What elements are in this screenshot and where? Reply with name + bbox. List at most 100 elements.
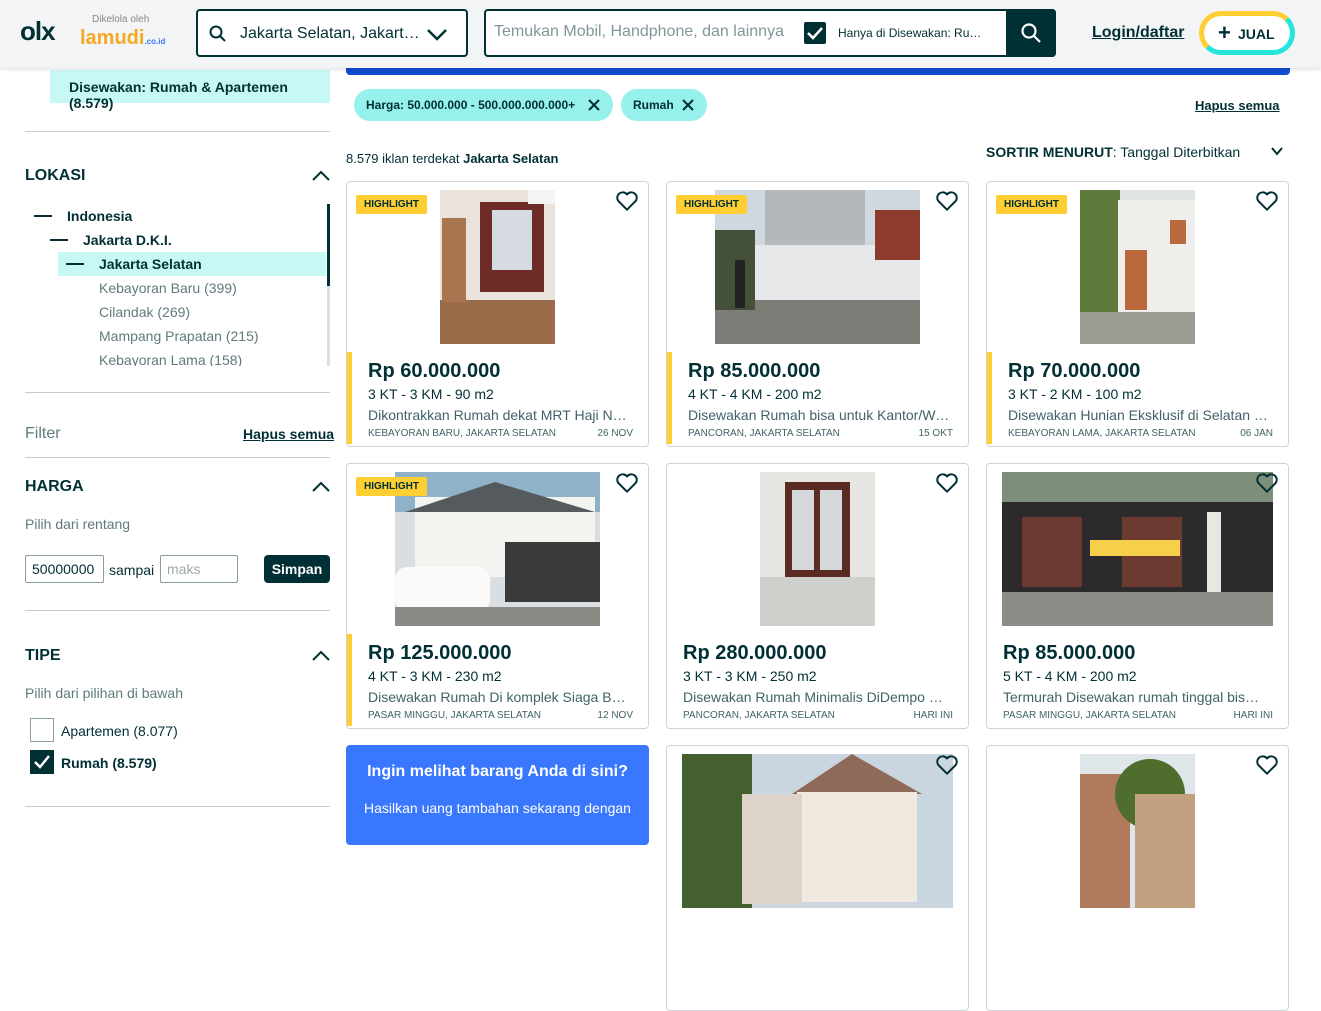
listing-card[interactable]: Rp 280.000.000 3 KT - 3 KM - 250 m2 Dise… — [666, 463, 969, 729]
filter-chip-rumah[interactable]: Rumah — [621, 89, 707, 121]
collapse-dash-icon[interactable] — [50, 239, 68, 241]
search-input[interactable] — [494, 23, 786, 41]
chevron-down-icon — [427, 29, 447, 41]
listing-spec: 4 KT - 3 KM - 230 m2 — [368, 668, 502, 684]
filter-chip-price[interactable]: Harga: 50.000.000 - 500.000.000.000+ — [354, 89, 613, 121]
location-kebayoran-baru[interactable]: Kebayoran Baru (399) — [99, 280, 237, 296]
location-kebayoran-lama[interactable]: Kebayoran Lama (158) — [99, 352, 242, 366]
heart-icon[interactable] — [934, 470, 960, 496]
listing-location: PASAR MINGGU, JAKARTA SELATAN — [368, 710, 542, 721]
filter-label: Filter — [25, 425, 61, 442]
type-rumah-label[interactable]: Rumah (8.579) — [61, 755, 157, 771]
close-icon[interactable] — [681, 98, 695, 112]
promo-title: Ingin melihat barang Anda di sini? — [367, 763, 628, 780]
highlight-accent — [667, 352, 672, 444]
listing-card[interactable] — [986, 745, 1289, 1011]
type-hint: Pilih dari pilihan di bawah — [25, 685, 183, 701]
divider — [25, 806, 330, 807]
clear-all-chips-link[interactable]: Hapus semua — [1195, 98, 1280, 113]
location-indonesia[interactable]: Indonesia — [67, 208, 132, 224]
listing-photo — [1002, 472, 1273, 626]
location-cilandak[interactable]: Cilandak (269) — [99, 304, 190, 320]
type-apartemen-checkbox[interactable] — [30, 718, 54, 742]
highlight-accent — [347, 634, 352, 726]
listing-photo — [1080, 754, 1195, 908]
close-icon[interactable] — [587, 98, 601, 112]
type-section-title: TIPE — [25, 647, 61, 664]
listing-card[interactable]: HIGHLIGHT Rp 85.000.000 4 KT - 4 KM - 20… — [666, 181, 969, 447]
sort-dropdown[interactable]: SORTIR MENURUT: Tanggal Diterbitkan — [986, 144, 1240, 160]
heart-icon[interactable] — [1254, 470, 1280, 496]
sell-label: JUAL — [1238, 26, 1275, 42]
listing-date: 12 NOV — [597, 710, 633, 721]
price-min-input[interactable] — [25, 555, 104, 583]
listing-card[interactable] — [666, 745, 969, 1011]
listing-location: PANCORAN, JAKARTA SELATAN — [683, 710, 835, 721]
price-to-label: sampai — [109, 562, 155, 578]
category-active[interactable]: Disewakan: Rumah & Apartemen (8.579) — [50, 70, 330, 111]
listing-price: Rp 280.000.000 — [683, 642, 827, 664]
listing-price: Rp 125.000.000 — [368, 642, 512, 664]
listing-title[interactable]: Dikontrakkan Rumah dekat MRT Haji Nawi — [368, 407, 631, 423]
chevron-down-icon[interactable] — [1270, 144, 1284, 158]
listing-title[interactable]: Termurah Disewakan rumah tinggal bisa un… — [1003, 689, 1266, 705]
listing-card[interactable]: HIGHLIGHT Rp 60.000.000 3 KT - 3 KM - 90… — [346, 181, 649, 447]
heart-icon[interactable] — [614, 188, 640, 214]
listing-card[interactable]: Rp 85.000.000 5 KT - 4 KM - 200 m2 Termu… — [986, 463, 1289, 729]
highlight-badge: HIGHLIGHT — [676, 195, 747, 214]
heart-icon[interactable] — [1254, 188, 1280, 214]
heart-icon[interactable] — [1254, 752, 1280, 778]
login-link[interactable]: Login/daftar — [1092, 24, 1184, 42]
listing-spec: 5 KT - 4 KM - 200 m2 — [1003, 668, 1137, 684]
divider — [25, 131, 330, 132]
listing-price: Rp 85.000.000 — [688, 360, 821, 382]
sell-button[interactable]: + JUAL — [1199, 11, 1295, 55]
heart-icon[interactable] — [934, 188, 960, 214]
listing-photo — [760, 472, 875, 626]
heart-icon[interactable] — [614, 470, 640, 496]
listing-title[interactable]: Disewakan Rumah Di komplek Siaga Baru Pa… — [368, 689, 631, 705]
chevron-up-icon[interactable] — [311, 479, 331, 495]
listing-date: HARI INI — [913, 710, 953, 721]
collapse-dash-icon[interactable] — [66, 263, 84, 265]
listing-price: Rp 85.000.000 — [1003, 642, 1136, 664]
top-header: olx Dikelola oleh lamudi.co.id Jakarta S… — [0, 0, 1321, 68]
price-save-button[interactable]: Simpan — [264, 555, 330, 583]
chevron-up-icon[interactable] — [311, 648, 331, 664]
price-hint: Pilih dari rentang — [25, 516, 131, 532]
location-scroll-thumb[interactable] — [327, 204, 330, 286]
collapse-dash-icon[interactable] — [34, 215, 52, 217]
heart-icon[interactable] — [934, 752, 960, 778]
result-count: 8.579 iklan terdekat Jakarta Selatan — [346, 151, 559, 166]
listing-location: PASAR MINGGU, JAKARTA SELATAN — [1003, 710, 1177, 721]
chevron-up-icon[interactable] — [311, 168, 331, 184]
listing-spec: 3 KT - 3 KM - 90 m2 — [368, 386, 494, 402]
lamudi-logo[interactable]: lamudi.co.id — [80, 27, 165, 50]
search-button[interactable] — [1006, 9, 1056, 57]
location-mampang-prapatan[interactable]: Mampang Prapatan (215) — [99, 328, 259, 344]
type-apartemen-label[interactable]: Apartemen (8.077) — [61, 723, 178, 739]
listing-card[interactable]: HIGHLIGHT Rp 70.000.000 3 KT - 2 KM - 10… — [986, 181, 1289, 447]
highlight-accent — [347, 352, 352, 444]
olx-logo[interactable]: olx — [20, 16, 56, 47]
listing-spec: 3 KT - 2 KM - 100 m2 — [1008, 386, 1142, 402]
price-section-title: HARGA — [25, 478, 84, 495]
listing-title[interactable]: Disewakan Rumah bisa untuk Kantor/Worksh… — [688, 407, 951, 423]
rent-only-checkbox[interactable] — [804, 22, 826, 44]
type-rumah-checkbox[interactable] — [30, 750, 54, 774]
search-icon — [1021, 23, 1041, 43]
listing-title[interactable]: Disewakan Hunian Eksklusif di Selatan Ja… — [1008, 407, 1271, 423]
divider — [25, 392, 330, 393]
rent-only-label: Hanya di Disewakan: Rumah & Apartemen — [838, 26, 982, 40]
listing-location: PANCORAN, JAKARTA SELATAN — [688, 428, 840, 439]
clear-filters-link[interactable]: Hapus semua — [243, 426, 334, 442]
divider — [25, 457, 330, 458]
location-jakarta-selatan[interactable]: Jakarta Selatan — [99, 256, 202, 272]
listing-title[interactable]: Disewakan Rumah Minimalis DiDempo Kebayo… — [683, 689, 946, 705]
listing-card[interactable]: HIGHLIGHT Rp 125.000.000 4 KT - 3 KM - 2… — [346, 463, 649, 729]
location-selector[interactable]: Jakarta Selatan, Jakarta D.K.I. — [196, 9, 468, 57]
listing-date: HARI INI — [1233, 710, 1273, 721]
price-max-input[interactable] — [160, 555, 238, 583]
sell-promo-card[interactable]: Ingin melihat barang Anda di sini? Hasil… — [346, 745, 649, 845]
location-jakarta-dki[interactable]: Jakarta D.K.I. — [83, 232, 172, 248]
